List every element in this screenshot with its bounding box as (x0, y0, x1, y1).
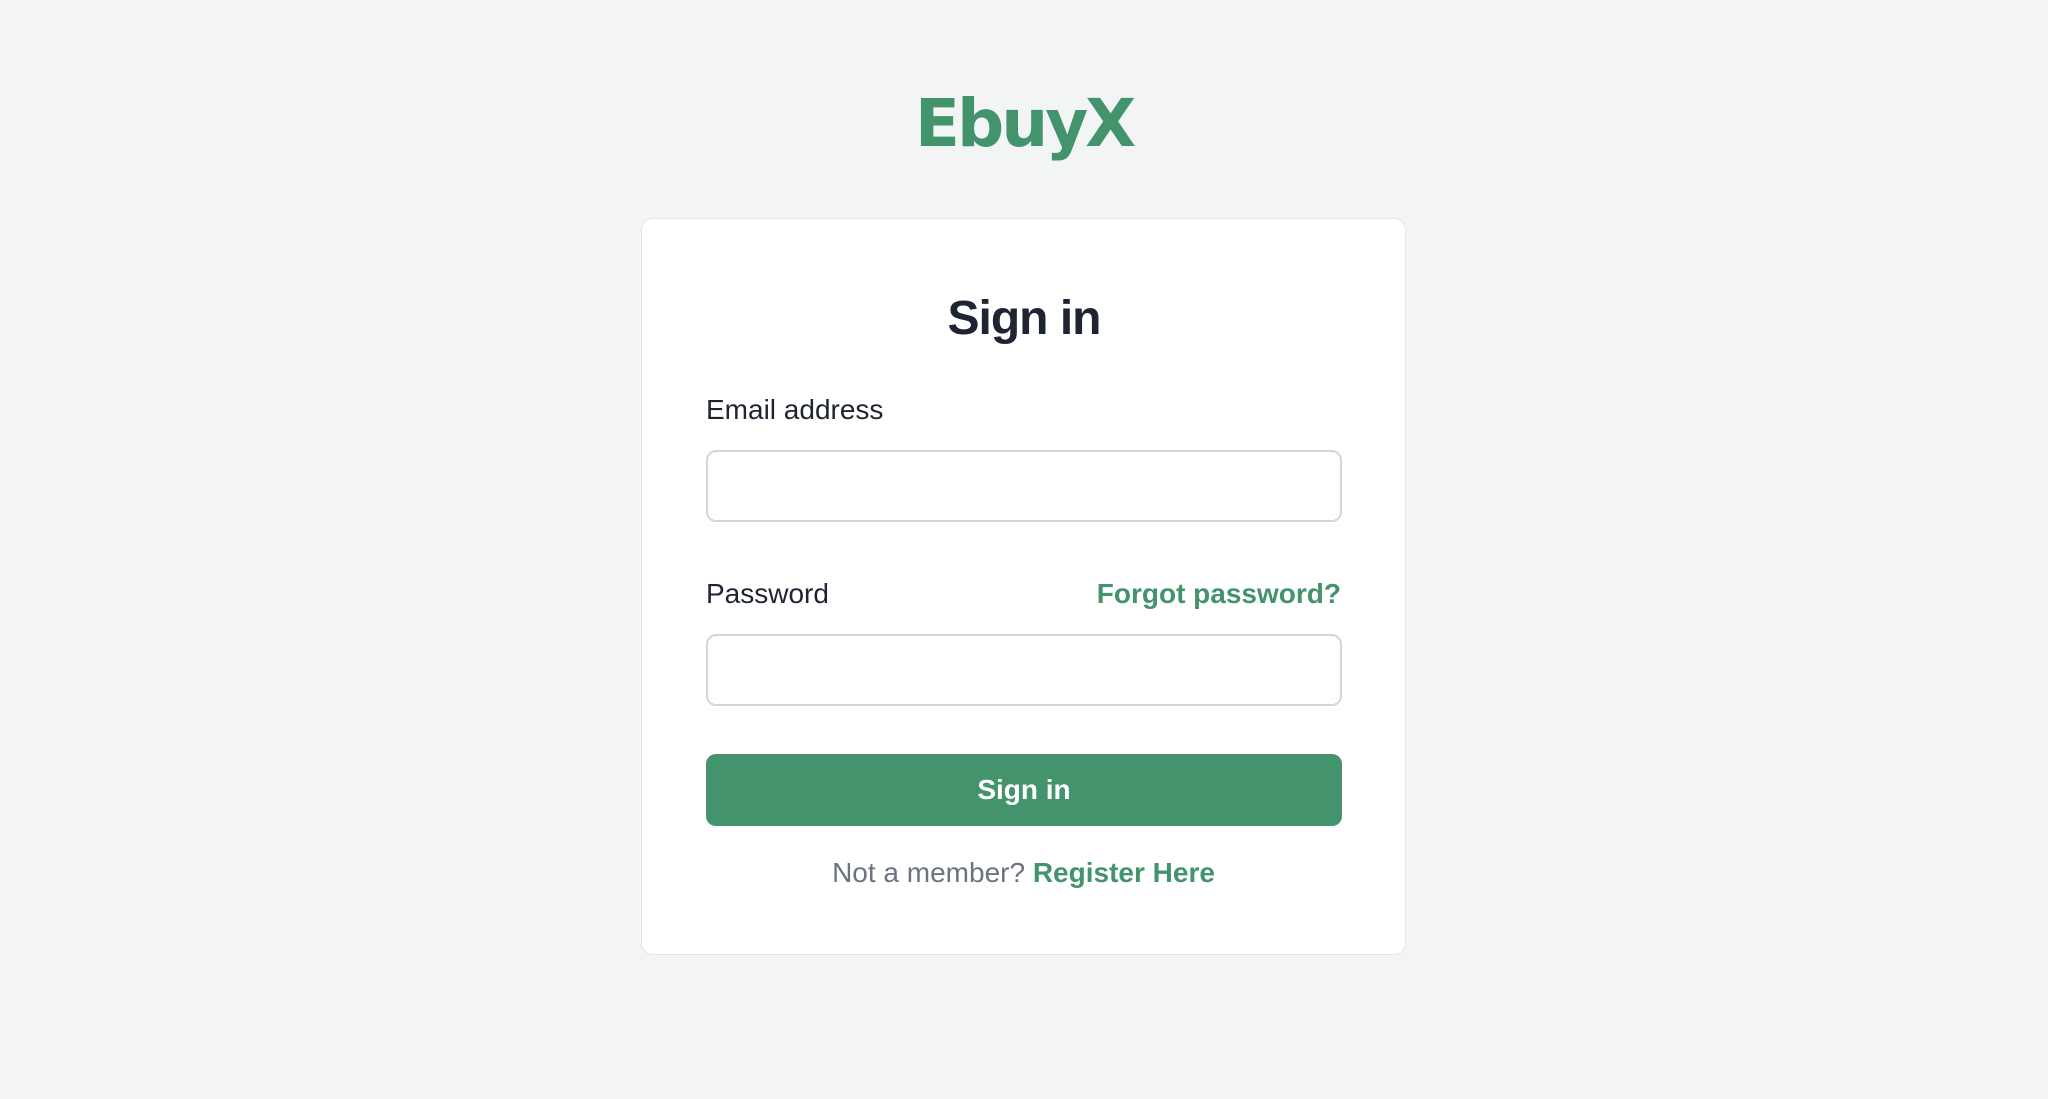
register-link[interactable]: Register Here (1033, 857, 1215, 888)
page-title: Sign in (947, 292, 1102, 345)
login-page: EbuyX Sign in Email address Password For… (0, 0, 2048, 1099)
register-prompt-text: Not a member? (832, 857, 1026, 888)
email-label: Email address (706, 394, 884, 425)
email-field[interactable] (706, 450, 1342, 522)
password-field[interactable] (706, 634, 1342, 706)
brand-logo: EbuyX (914, 85, 1136, 162)
register-prompt: Not a member? Register Here (641, 856, 1406, 890)
sign-in-button[interactable]: Sign in (706, 754, 1342, 826)
password-label: Password (706, 578, 829, 609)
forgot-password-link[interactable]: Forgot password? (1097, 577, 1341, 611)
